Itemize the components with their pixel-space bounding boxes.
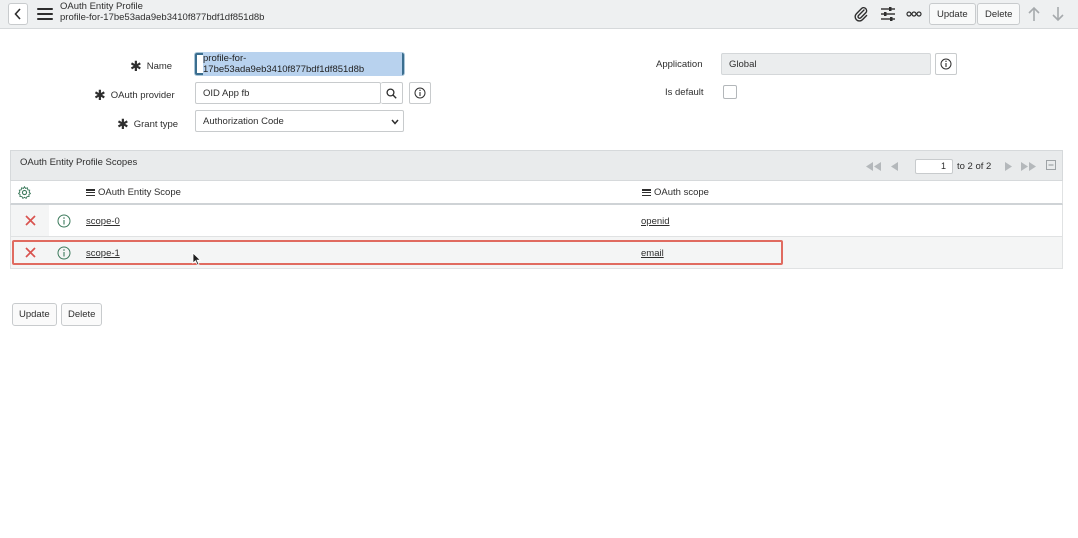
personalize-form-icon[interactable] <box>878 4 898 24</box>
form-title: OAuth Entity Profile profile-for-17be53a… <box>60 1 264 23</box>
previous-page-icon[interactable] <box>891 161 899 171</box>
name-label: ✱ Name <box>130 58 173 74</box>
entity-scope-link[interactable]: scope-0 <box>86 216 120 227</box>
is-default-checkbox[interactable] <box>723 85 737 99</box>
header-delete-button[interactable]: Delete <box>977 3 1021 25</box>
form-title-table: OAuth Entity Profile <box>60 1 143 12</box>
application-field: Global <box>721 53 931 75</box>
list-settings-gear-icon[interactable] <box>17 185 32 202</box>
info-icon <box>940 58 952 70</box>
delete-row-icon[interactable] <box>11 205 49 236</box>
context-menu-icon[interactable] <box>37 6 53 22</box>
chevron-left-icon <box>14 8 21 20</box>
list-column-header-row: OAuth Entity Scope OAuth scope <box>10 181 1063 205</box>
grant-type-label: ✱ Grant type <box>117 116 179 132</box>
header-update-button[interactable]: Update <box>929 3 976 25</box>
grant-type-value: Authorization Code <box>203 115 284 127</box>
name-field[interactable]: profile-for-17be53ada9eb3410f877bdf1df85… <box>195 52 404 76</box>
oauth-provider-label: ✱ OAuth provider <box>94 87 175 103</box>
required-asterisk-icon: ✱ <box>117 116 129 132</box>
required-asterisk-icon: ✱ <box>94 87 106 103</box>
provider-info-button[interactable] <box>409 82 431 104</box>
form-header: OAuth Entity Profile profile-for-17be53a… <box>0 0 1078 29</box>
column-header-entity-scope[interactable]: OAuth Entity Scope <box>86 187 181 198</box>
chevron-down-icon <box>391 119 399 125</box>
attachment-icon[interactable] <box>851 4 871 24</box>
footer-update-button[interactable]: Update <box>12 303 57 326</box>
is-default-label: Is default <box>665 87 704 98</box>
row-highlight-box <box>12 240 783 265</box>
table-row: scope-0 openid <box>10 205 1063 237</box>
application-info-button[interactable] <box>935 53 957 75</box>
previous-record-icon[interactable] <box>1024 4 1044 24</box>
page-count-text: to 2 of 2 <box>957 161 992 172</box>
more-options-icon[interactable] <box>904 4 924 24</box>
column-header-oauth-scope[interactable]: OAuth scope <box>642 187 709 198</box>
oauth-provider-value: OID App fb <box>203 87 250 99</box>
related-list-header: OAuth Entity Profile Scopes 1 to 2 of 2 <box>10 150 1063 181</box>
page-number-input[interactable]: 1 <box>915 159 953 174</box>
collapse-list-icon[interactable] <box>1046 160 1056 170</box>
name-value: profile-for-17be53ada9eb3410f877bdf1df85… <box>203 52 402 76</box>
related-list-title: OAuth Entity Profile Scopes <box>20 157 138 168</box>
grant-type-select[interactable]: Authorization Code <box>195 110 404 132</box>
column-menu-icon[interactable] <box>86 189 95 196</box>
preview-record-icon[interactable] <box>57 214 71 228</box>
oauth-provider-field[interactable]: OID App fb <box>195 82 381 104</box>
back-button[interactable] <box>8 3 28 25</box>
application-label: Application <box>656 59 703 70</box>
footer-delete-button[interactable]: Delete <box>61 303 103 326</box>
column-menu-icon[interactable] <box>642 189 651 196</box>
required-asterisk-icon: ✱ <box>130 58 142 74</box>
search-icon <box>386 87 397 99</box>
form-title-record: profile-for-17be53ada9eb3410f877bdf1df85… <box>60 12 265 23</box>
next-page-icon[interactable] <box>1004 161 1012 171</box>
lookup-button[interactable] <box>381 82 403 104</box>
application-value: Global <box>729 58 757 70</box>
last-page-icon[interactable] <box>1021 161 1037 171</box>
first-page-icon[interactable] <box>866 161 882 171</box>
oauth-scope-link[interactable]: openid <box>641 216 670 227</box>
mouse-cursor-icon <box>192 252 202 269</box>
next-record-icon[interactable] <box>1048 4 1068 24</box>
info-icon <box>414 87 426 99</box>
